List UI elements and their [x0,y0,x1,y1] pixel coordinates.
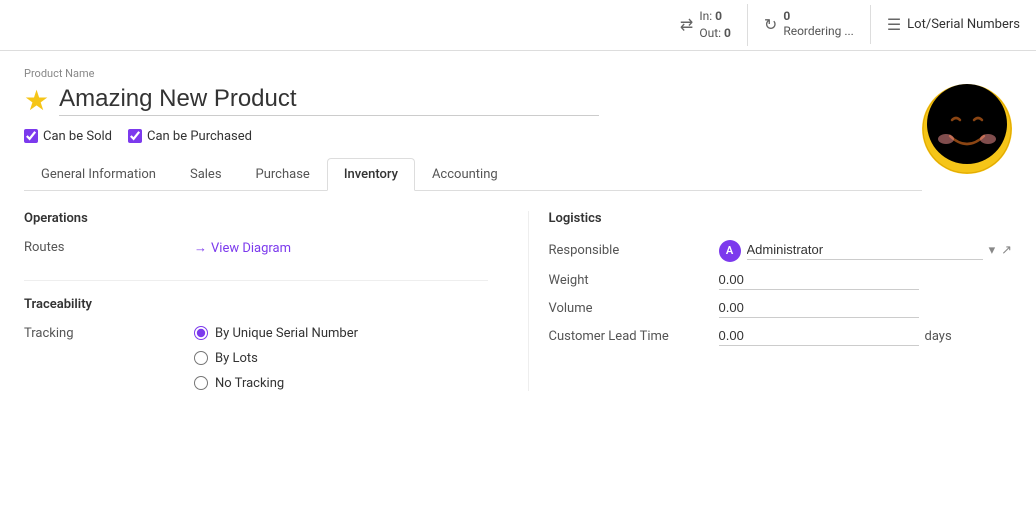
weight-label: Weight [549,273,719,288]
product-name-input[interactable] [59,85,599,116]
routes-row: Routes →View Diagram [24,240,488,256]
in-out-lines: In: 0 Out: 0 [699,8,731,42]
tab-sales[interactable]: Sales [173,158,239,190]
lead-time-input-group: days [719,328,1013,346]
transfer-icon: ⇄ [680,15,693,34]
logistics-title: Logistics [549,211,1013,226]
tabs-row: General Information Sales Purchase Inven… [24,158,922,191]
reordering-group[interactable]: ↻ 0 Reordering ... [748,5,871,44]
tracking-lots-radio[interactable] [194,351,208,365]
volume-value [719,300,1013,318]
tab-purchase[interactable]: Purchase [239,158,327,190]
responsible-select-row: A Administrator ▾ ↗ [719,240,1013,262]
tracking-lots-option[interactable]: By Lots [194,351,358,366]
view-diagram-link[interactable]: →View Diagram [194,241,291,256]
tracking-none-label: No Tracking [215,376,284,391]
dropdown-chevron-icon[interactable]: ▾ [989,243,996,258]
routes-label: Routes [24,240,194,255]
in-out-group[interactable]: ⇄ In: 0 Out: 0 [664,4,748,46]
lead-time-input[interactable] [719,328,919,346]
volume-row: Volume [549,300,1013,318]
section-divider [24,280,488,281]
can-be-sold-label: Can be Sold [43,129,112,144]
traceability-title: Traceability [24,297,488,312]
tab-inventory[interactable]: Inventory [327,158,415,191]
in-line: In: 0 [699,8,731,25]
volume-input[interactable] [719,300,919,318]
favorite-star-icon[interactable]: ★ [24,84,49,117]
lead-time-label: Customer Lead Time [549,329,719,344]
checkboxes-row: Can be Sold Can be Purchased [24,129,922,144]
lead-time-value: days [719,328,1013,346]
lot-serial-group[interactable]: ☰ Lot/Serial Numbers [871,11,1036,38]
can-be-sold-checkbox[interactable]: Can be Sold [24,129,112,144]
responsible-value: A Administrator ▾ ↗ [719,240,1013,262]
tracking-label: Tracking [24,326,194,341]
lot-serial-label: Lot/Serial Numbers [907,17,1020,32]
traceability-section: Traceability Tracking By Unique Serial N… [24,280,488,391]
weight-row: Weight [549,272,1013,290]
product-name-area: ★ Can be Sold Can be Purchased General I… [24,84,922,191]
product-emoji-svg [922,84,1012,174]
responsible-select[interactable]: Administrator [747,242,983,260]
responsible-avatar: A [719,240,741,262]
reordering-value: 0 [783,9,854,23]
lead-time-suffix: days [925,329,952,344]
product-header: ★ Can be Sold Can be Purchased General I… [24,84,1012,191]
can-be-purchased-label: Can be Purchased [147,129,252,144]
tracking-serial-radio[interactable] [194,326,208,340]
top-bar: ⇄ In: 0 Out: 0 ↻ 0 Reordering ... ☰ Lot/… [0,0,1036,51]
inventory-tab-content: Operations Routes →View Diagram Traceabi… [24,191,1012,411]
arrow-right-icon: → [194,241,207,256]
weight-input[interactable] [719,272,919,290]
menu-icon: ☰ [887,15,901,34]
reorder-icon: ↻ [764,15,777,34]
operations-section: Operations Routes →View Diagram Traceabi… [24,211,528,391]
tracking-options: By Unique Serial Number By Lots No Track… [194,326,358,391]
main-content: Product Name ★ Can be Sold Can be Purcha… [0,51,1036,427]
can-be-purchased-input[interactable] [128,129,142,143]
out-line: Out: 0 [699,25,731,42]
can-be-purchased-checkbox[interactable]: Can be Purchased [128,129,252,144]
tracking-serial-label: By Unique Serial Number [215,326,358,341]
lead-time-row: Customer Lead Time days [549,328,1013,346]
reordering-label: Reordering ... [783,23,854,40]
tracking-row: Tracking By Unique Serial Number By Lots [24,326,488,391]
logistics-section: Logistics Responsible A Administrator ▾ … [528,211,1013,391]
responsible-row: Responsible A Administrator ▾ ↗ [549,240,1013,262]
product-name-row: ★ [24,84,922,117]
tracking-none-option[interactable]: No Tracking [194,376,358,391]
operations-title: Operations [24,211,488,226]
responsible-actions: ▾ ↗ [989,243,1012,258]
product-image[interactable] [922,84,1012,174]
external-link-icon[interactable]: ↗ [1001,243,1012,258]
tracking-serial-option[interactable]: By Unique Serial Number [194,326,358,341]
reordering-lines: 0 Reordering ... [783,9,854,40]
volume-label: Volume [549,301,719,316]
responsible-label: Responsible [549,243,719,258]
can-be-sold-input[interactable] [24,129,38,143]
tracking-lots-label: By Lots [215,351,258,366]
product-name-label: Product Name [24,67,1012,80]
tab-accounting[interactable]: Accounting [415,158,515,190]
tracking-none-radio[interactable] [194,376,208,390]
routes-value: →View Diagram [194,240,488,256]
tab-general-information[interactable]: General Information [24,158,173,190]
weight-value [719,272,1013,290]
